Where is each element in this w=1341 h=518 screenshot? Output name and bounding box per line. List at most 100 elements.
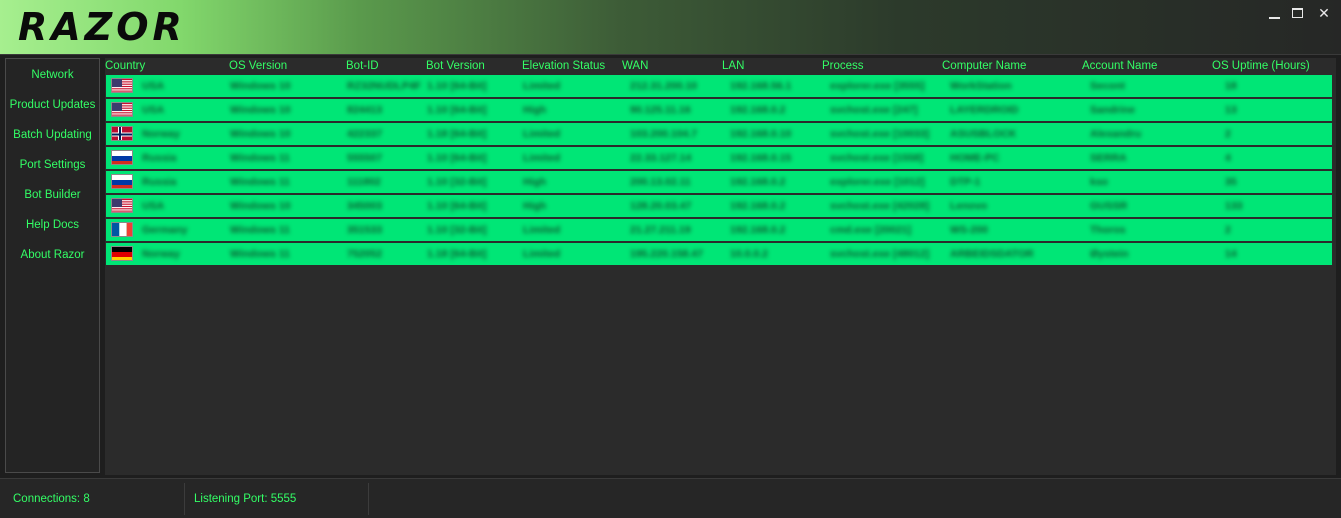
cell-os-uptime: 2 [1225,128,1231,140]
cell-country: Norway [142,128,180,140]
cell-process: svchost.exe [1558] [830,152,924,164]
cell-bot-version: 1.10 [64-Bit] [427,152,487,164]
column-header-country[interactable]: Country [105,58,145,74]
cell-country: Germany [142,224,188,236]
cell-account-name: Alexandru [1090,128,1142,140]
cell-os-uptime: 13 [1225,104,1237,116]
table-row[interactable]: Norway Windows 11 752052 1.18 [64-Bit] Limit… [106,243,1332,265]
cell-account-name: kso [1090,176,1109,188]
cell-bot-version: 1.18 [64-Bit] [427,128,487,140]
maximize-button[interactable] [1288,5,1308,23]
russia-flag-icon [111,174,133,189]
table-row[interactable]: Russia Windows 11 111802 1.10 [32-Bit] High 2… [106,171,1332,193]
column-header-bot-version[interactable]: Bot Version [426,58,485,74]
cell-bot-id: 111802 [347,176,381,188]
cell-os-version: Windows 11 [230,152,291,164]
table-row[interactable]: USA Windows 10 824413 1.10 [64-Bit] High 90.1… [106,99,1332,121]
sidebar-item-help-docs[interactable]: Help Docs [6,215,99,235]
germany-flag-icon [111,246,133,261]
cell-bot-version: 1.10 [32-Bit] [427,224,487,236]
cell-country: Norway [142,248,180,260]
cell-wan: 195.220.158.47 [630,248,703,260]
cell-os-uptime: 2 [1225,224,1231,236]
cell-bot-id: 351533 [347,224,383,236]
bot-table: Country OS Version Bot-ID Bot Version El… [105,58,1336,475]
cell-computer-name: WorkStation [950,80,1012,92]
cell-wan: 200.13.02.11 [630,176,691,188]
column-header-lan[interactable]: LAN [722,58,744,74]
cell-elevation-status: Limited [523,248,561,260]
cell-elevation-status: Limited [523,152,561,164]
cell-account-name: GUSSR [1090,200,1128,212]
cell-os-version: Windows 11 [230,224,291,236]
cell-country: USA [142,80,165,92]
table-row[interactable]: Germany Windows 11 351533 1.10 [32-Bit] Limi… [106,219,1332,241]
cell-os-version: Windows 11 [230,176,291,188]
column-header-os-uptime[interactable]: OS Uptime (Hours) [1212,58,1310,74]
cell-computer-name: ASUSBLOCK [950,128,1017,140]
cell-lan: 192.168.56.1 [730,80,792,92]
cell-os-uptime: 14 [1225,248,1237,260]
france-flag-icon [111,222,133,237]
cell-bot-version: 1.18 [64-Bit] [427,248,487,260]
cell-bot-id: 555507 [347,152,383,164]
cell-process: svchost.exe [42028] [830,200,930,212]
cell-bot-id: 752052 [347,248,383,260]
cell-wan: 212.31.200.10 [630,80,698,92]
sidebar-item-network[interactable]: Network [6,65,99,85]
cell-os-version: Windows 10 [230,128,291,140]
table-header: Country OS Version Bot-ID Bot Version El… [105,58,1336,74]
cell-os-version: Windows 10 [230,80,291,92]
cell-elevation-status: Limited [523,80,561,92]
cell-account-name: SERRA [1090,152,1127,164]
maximize-icon [1292,8,1303,18]
column-header-elevation-status[interactable]: Elevation Status [522,58,605,74]
cell-computer-name: ARBEIDSDATOR [950,248,1034,260]
us-flag-icon [111,102,133,117]
cell-process: svchost.exe [247] [830,104,918,116]
cell-lan: 192.168.0.2 [730,200,786,212]
table-row[interactable]: USA Windows 10 RZ32NUDLP4F 1.10 [64-Bit] Lim… [106,75,1332,97]
cell-wan: 103.200.104.7 [630,128,698,140]
cell-lan: 192.168.0.2 [730,176,786,188]
cell-process: svchost.exe [48012] [830,248,930,260]
close-button[interactable]: ✕ [1314,5,1334,23]
column-header-wan[interactable]: WAN [622,58,648,74]
table-row[interactable]: USA Windows 10 345003 1.10 [64-Bit] High 128.… [106,195,1332,217]
minimize-button[interactable] [1265,5,1285,23]
table-row[interactable]: Norway Windows 10 422337 1.18 [64-Bit] Limit… [106,123,1332,145]
cell-bot-id: 345003 [347,200,383,212]
cell-computer-name: LAYERDROID [950,104,1019,116]
sidebar: Network Product Updates Batch Updating P… [5,58,100,473]
cell-computer-name: DTP-1 [950,176,981,188]
cell-country: Russia [142,152,177,164]
sidebar-item-batch-updating[interactable]: Batch Updating [6,125,99,145]
sidebar-item-product-updates[interactable]: Product Updates [6,95,99,115]
cell-wan: 22.33.127.14 [630,152,692,164]
cell-country: USA [142,104,165,116]
russia-flag-icon [111,150,133,165]
column-header-process[interactable]: Process [822,58,864,74]
column-header-computer-name[interactable]: Computer Name [942,58,1026,74]
cell-lan: 192.168.0.15 [730,152,792,164]
sidebar-item-about-razor[interactable]: About Razor [6,245,99,265]
table-row[interactable]: Russia Windows 11 555507 1.10 [64-Bit] Limit… [106,147,1332,169]
cell-os-uptime: 35 [1225,176,1237,188]
column-header-account-name[interactable]: Account Name [1082,58,1157,74]
minimize-icon [1269,17,1280,19]
us-flag-icon [111,78,133,93]
cell-bot-id: RZ32NUDLP4F [347,80,422,92]
column-header-bot-id[interactable]: Bot-ID [346,58,379,74]
sidebar-item-port-settings[interactable]: Port Settings [6,155,99,175]
column-header-os-version[interactable]: OS Version [229,58,287,74]
cell-process: svchost.exe [10033] [830,128,930,140]
cell-account-name: Secont [1090,80,1126,92]
cell-os-uptime: 4 [1225,152,1231,164]
sidebar-item-bot-builder[interactable]: Bot Builder [6,185,99,205]
cell-account-name: Thoros [1090,224,1126,236]
cell-wan: 21.27.211.19 [630,224,691,236]
cell-account-name: Sandrine [1090,104,1135,116]
cell-bot-version: 1.10 [32-Bit] [427,176,487,188]
cell-bot-version: 1.10 [64-Bit] [427,104,487,116]
cell-os-version: Windows 10 [230,104,291,116]
